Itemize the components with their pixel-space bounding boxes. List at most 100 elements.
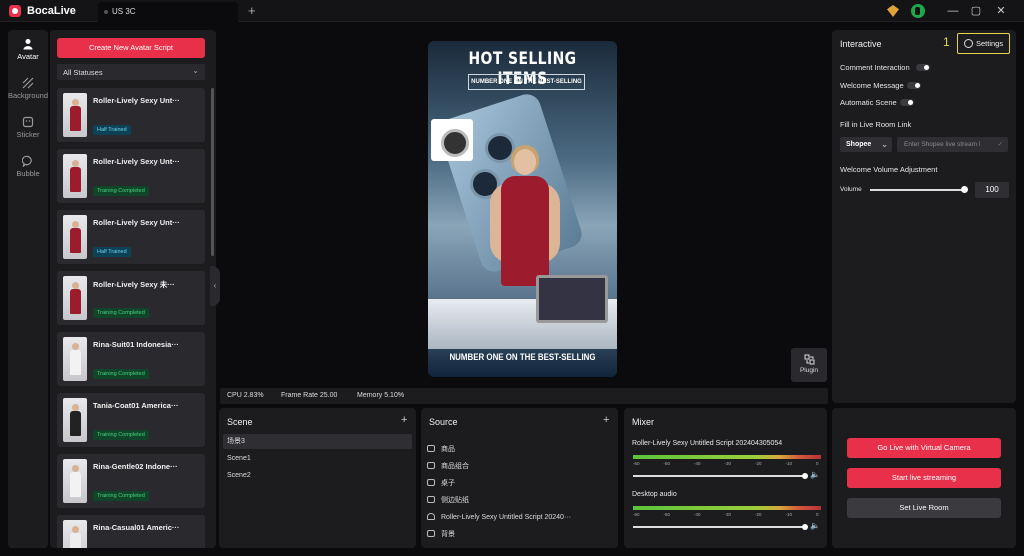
script-title: Tania-Coat01 America···: [93, 401, 179, 410]
meter-tick-label: -20: [755, 461, 762, 466]
script-card[interactable]: Roller-Lively Sexy Unt··· Half Trained: [57, 210, 205, 264]
status-indicator-icon[interactable]: [911, 4, 925, 18]
script-title: Roller-Lively Sexy 未···: [93, 280, 175, 289]
source-item[interactable]: 侧边贴纸: [427, 495, 469, 507]
left-nav: Avatar Background Sticker Bubble: [8, 30, 48, 548]
avatar-outfit-image: [70, 472, 81, 497]
nav-sticker[interactable]: Sticker: [8, 116, 48, 139]
status-filter-select[interactable]: All Statuses ⌄: [57, 64, 205, 80]
script-title: Rina-Casual01 Americ···: [93, 523, 180, 532]
nav-background[interactable]: Background: [8, 77, 48, 100]
preview-subheadline: NUMBER ONE ON THE BEST-SELLING: [468, 74, 585, 90]
speaker-icon[interactable]: 🔈: [810, 470, 820, 479]
comment-interaction-toggle[interactable]: [916, 64, 930, 71]
avatar-outfit-image: [70, 350, 81, 375]
minimize-button[interactable]: —: [946, 4, 960, 18]
channel-volume-handle[interactable]: [802, 524, 808, 530]
platform-select[interactable]: Shopee ⌄: [840, 137, 892, 152]
welcome-volume-heading: Welcome Volume Adjustment: [840, 165, 938, 174]
scene-item[interactable]: 场景3: [223, 434, 412, 449]
source-panel: Source + 商品 商品组合 桌子 侧边贴纸 Roller-Lively Sexy …: [421, 408, 618, 548]
status-badge: Half Trained: [93, 247, 131, 257]
status-badge: Training Completed: [93, 186, 149, 196]
nav-avatar[interactable]: Avatar: [8, 38, 48, 61]
image-icon: [427, 445, 435, 452]
settings-button[interactable]: Settings: [957, 33, 1010, 54]
source-label: 商品: [441, 446, 455, 453]
welcome-message-toggle[interactable]: [907, 82, 921, 89]
bocalive-logo-icon: [9, 5, 21, 17]
live-room-link-input[interactable]: Enter Shopee live stream l ✓: [897, 137, 1008, 152]
channel-volume-handle[interactable]: [802, 473, 808, 479]
automatic-scene-label: Automatic Scene: [840, 98, 897, 107]
start-live-streaming-button[interactable]: Start live streaming: [847, 468, 1001, 488]
source-label: 桌子: [441, 480, 455, 487]
meter-scale: -60 -50 -40 -30 -20 -10 0: [633, 461, 823, 469]
preview-canvas[interactable]: HOT SELLING ITEMS NUMBER ONE ON THE BEST…: [428, 41, 617, 377]
scene-item[interactable]: Scene2: [223, 468, 412, 483]
plugin-button[interactable]: Plugin: [791, 348, 827, 382]
avatar-head-image: [72, 160, 79, 167]
status-filter-value: All Statuses: [63, 68, 103, 77]
nav-bubble[interactable]: Bubble: [8, 155, 48, 178]
channel-volume-slider[interactable]: [633, 475, 805, 477]
welcome-volume-input[interactable]: 100: [975, 182, 1009, 198]
image-icon: [427, 479, 435, 486]
avatar-head-image: [72, 99, 79, 106]
script-card[interactable]: Tania-Coat01 America··· Training Complete…: [57, 393, 205, 447]
maximize-button[interactable]: ▢: [969, 4, 983, 18]
script-card[interactable]: Rina-Gentle02 Indone··· Training Complete…: [57, 454, 205, 508]
chevron-left-icon: ‹: [213, 281, 217, 290]
welcome-volume-slider[interactable]: [870, 189, 966, 191]
nav-avatar-label: Avatar: [17, 52, 39, 61]
avatar-head-image: [72, 526, 79, 533]
volume-label: Volume: [840, 186, 862, 193]
meter-tick-label: -30: [724, 461, 732, 466]
script-card[interactable]: Roller-Lively Sexy 未··· Training Complete…: [57, 271, 205, 325]
meter-tick-label: -40: [694, 461, 701, 466]
avatar-head-image: [72, 221, 79, 228]
tab-us-3c[interactable]: US 3C: [98, 2, 238, 22]
speaker-icon[interactable]: 🔈: [810, 521, 820, 530]
source-item[interactable]: 桌子: [427, 478, 455, 490]
automatic-scene-toggle[interactable]: [900, 99, 914, 106]
create-avatar-script-button[interactable]: Create New Avatar Script: [57, 38, 205, 58]
script-title: Roller-Lively Sexy Unt···: [93, 157, 180, 166]
script-title: Rina-Gentle02 Indone···: [93, 462, 178, 471]
check-icon: ✓: [997, 141, 1003, 148]
meter-tick-label: -20: [755, 512, 762, 517]
script-list-scrollbar[interactable]: [211, 88, 214, 256]
go-live-virtual-camera-button[interactable]: Go Live with Virtual Camera: [847, 438, 1001, 458]
script-card[interactable]: Rina-Casual01 Americ···Training Complete…: [57, 515, 205, 548]
source-label: 侧边贴纸: [441, 497, 469, 504]
source-item[interactable]: 背景: [427, 529, 455, 541]
scene-item[interactable]: Scene1: [223, 451, 412, 466]
add-source-button[interactable]: +: [603, 414, 609, 426]
close-button[interactable]: ✕: [994, 4, 1008, 18]
meter-tick-label: -50: [663, 461, 671, 466]
channel-volume-slider[interactable]: [633, 526, 805, 528]
live-control-panel: Go Live with Virtual Camera Start live s…: [832, 408, 1016, 548]
source-item[interactable]: 商品组合: [427, 461, 469, 473]
add-scene-button[interactable]: +: [401, 414, 407, 426]
script-title: Rina-Suit01 Indonesia···: [93, 340, 179, 349]
script-card[interactable]: Roller-Lively Sexy Unt··· Training Comple…: [57, 149, 205, 203]
scene-panel: Scene + 场景3 Scene1 Scene2: [219, 408, 416, 548]
add-tab-button[interactable]: +: [248, 3, 256, 18]
premium-gem-icon[interactable]: [887, 5, 899, 17]
script-card[interactable]: Roller-Lively Sexy Unt··· Half Trained: [57, 88, 205, 142]
status-badge: Training Completed: [93, 308, 149, 318]
set-live-room-button[interactable]: Set Live Room: [847, 498, 1001, 518]
source-item[interactable]: 商品: [427, 444, 455, 456]
sticker-icon: [22, 116, 34, 128]
welcome-volume-slider-handle[interactable]: [961, 186, 968, 193]
mixer-channel-name: Desktop audio: [632, 491, 677, 498]
collapse-panel-button[interactable]: ‹: [210, 266, 220, 306]
script-card[interactable]: Rina-Suit01 Indonesia··· Training Complet…: [57, 332, 205, 386]
plugin-icon: [804, 354, 814, 365]
meter-tick-label: -30: [724, 512, 732, 517]
source-item[interactable]: Roller-Lively Sexy Untitled Script 20240…: [427, 512, 571, 524]
mixer-channel-name: Roller-Lively Sexy Untitled Script 20240…: [632, 440, 783, 447]
background-icon: [22, 77, 34, 89]
annotation-marker: 1: [943, 35, 950, 49]
